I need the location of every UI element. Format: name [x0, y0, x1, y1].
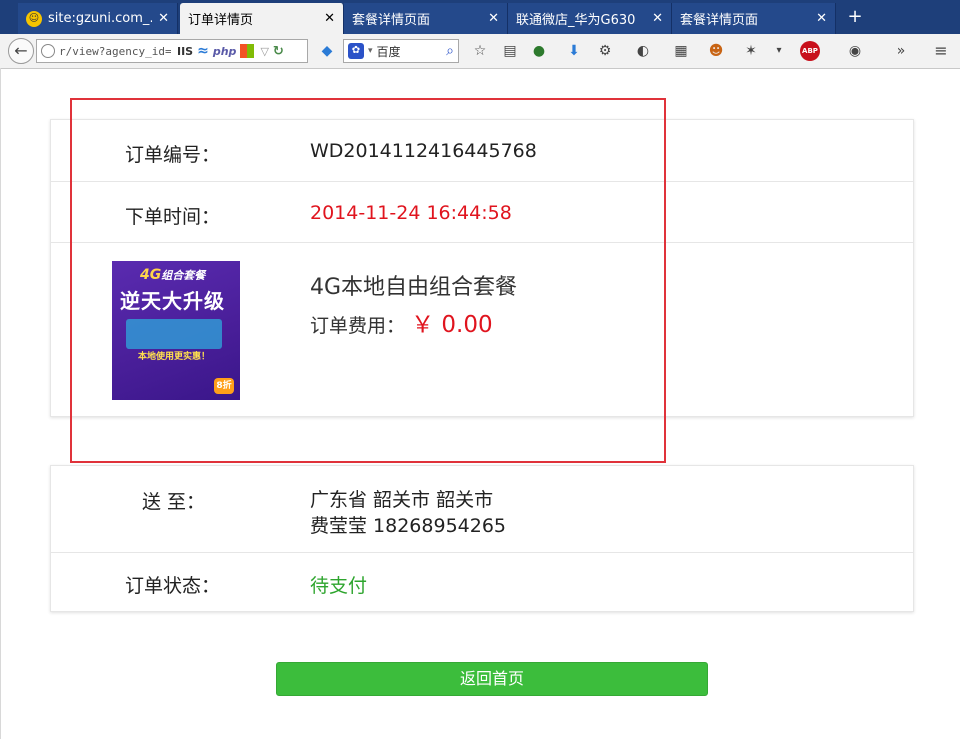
back-home-button[interactable]: 返回首页	[276, 662, 708, 696]
star-icon[interactable]: ☆	[471, 42, 489, 60]
tab-unicom-shop[interactable]: 联通微店_华为G630 ✕	[508, 3, 672, 34]
tab-site-search[interactable]: ☺ site:gzuni.com_… ✕	[18, 3, 178, 34]
new-tab-button[interactable]: +	[843, 6, 867, 30]
delivery-address-row: 送 至： 广东省 韶关市 韶关市 费莹莹 18268954265	[51, 466, 913, 553]
iis-extension-icon[interactable]: IIS	[177, 45, 193, 58]
recipient-info: 费莹莹 18268954265	[310, 515, 507, 537]
browser-nav-bar: ← r/view?agency_id=00 IIS ≈ php ▽ ↻ ◆ ✿ …	[0, 34, 960, 69]
product-image-slogan: 本地使用更实惠！	[138, 352, 211, 362]
menu-icon[interactable]: ≡	[932, 42, 950, 60]
tab-package-detail-2[interactable]: 套餐详情页面 ✕	[672, 3, 836, 34]
url-text: r/view?agency_id=00	[59, 44, 171, 58]
order-status-value: 待支付	[310, 575, 368, 597]
order-info-card: 订单编号： WD2014112416445768 下单时间： 2014-11-2…	[50, 119, 914, 417]
tab-close-icon[interactable]: ✕	[816, 11, 827, 26]
php-extension-icon[interactable]: php	[213, 45, 237, 58]
globe-icon	[41, 44, 55, 58]
wave-icon[interactable]: ≈	[197, 43, 209, 59]
windows-icon[interactable]	[240, 44, 255, 58]
bird-icon[interactable]: ◆	[318, 42, 336, 60]
dropdown-arrow-icon[interactable]: ▽	[260, 45, 268, 58]
search-input[interactable]: 百度	[377, 43, 447, 60]
tab-close-icon[interactable]: ✕	[488, 11, 499, 26]
dropdown-arrow-icon[interactable]: ▾	[770, 42, 788, 60]
fox-icon[interactable]: ☻	[707, 42, 725, 60]
chevron-down-icon[interactable]: ▾	[368, 46, 373, 56]
order-number-row: 订单编号： WD2014112416445768	[51, 120, 913, 182]
order-fee: 订单费用： ￥ 0.00	[310, 305, 493, 339]
deliver-to-label: 送 至：	[142, 491, 206, 513]
delivery-card: 送 至： 广东省 韶关市 韶关市 费莹莹 18268954265 订单状态： 待…	[50, 465, 914, 612]
order-fee-label: 订单费用：	[310, 315, 406, 337]
gear-icon[interactable]: ⚙	[596, 42, 614, 60]
tab-label: site:gzuni.com_…	[48, 11, 153, 26]
search-icon[interactable]: ⌕	[446, 43, 454, 59]
product-image[interactable]: 4G组合套餐 逆天大升级 本地使用更实惠！ 8折	[112, 261, 240, 400]
tab-close-icon[interactable]: ✕	[158, 11, 169, 26]
page-left-border	[0, 68, 1, 739]
reload-icon[interactable]: ↻	[273, 44, 284, 59]
tab-label: 订单详情页	[188, 13, 254, 28]
discount-badge: 8折	[214, 378, 234, 394]
product-title: 4G本地自由组合套餐	[310, 275, 518, 300]
tab-label: 套餐详情页面	[352, 13, 431, 28]
order-fee-value: ￥ 0.00	[411, 312, 493, 338]
reading-list-icon[interactable]: ▤	[501, 42, 519, 60]
shield-icon[interactable]: ●	[530, 42, 548, 60]
download-icon[interactable]: ⬇	[565, 42, 583, 60]
address-bar[interactable]: r/view?agency_id=00 IIS ≈ php ▽ ↻	[36, 39, 308, 63]
tab-label: 套餐详情页面	[680, 13, 759, 28]
baidu-paw-icon: ✿	[348, 43, 364, 59]
order-time-value: 2014-11-24 16:44:58	[310, 202, 512, 224]
tab-close-icon[interactable]: ✕	[652, 11, 663, 26]
tab-label: 联通微店_华为G630	[516, 13, 636, 28]
delivery-address: 广东省 韶关市 韶关市	[310, 489, 494, 511]
adblock-icon[interactable]: ABP	[800, 41, 820, 61]
product-image-4g: 4G	[140, 267, 162, 283]
overflow-chevron-icon[interactable]: »	[892, 42, 910, 60]
qr-code-icon[interactable]: ▦	[672, 42, 690, 60]
order-time-row: 下单时间： 2014-11-24 16:44:58	[51, 182, 913, 243]
order-status-label: 订单状态：	[125, 575, 221, 597]
product-image-panel	[126, 319, 222, 349]
product-row: 4G组合套餐 逆天大升级 本地使用更实惠！ 8折 4G本地自由组合套餐 订单费用…	[51, 243, 913, 416]
product-image-combo: 组合套餐	[161, 269, 206, 282]
search-bar[interactable]: ✿ ▾ 百度 ⌕	[343, 39, 459, 63]
palette-icon[interactable]: ◐	[634, 42, 652, 60]
globe-menu-icon[interactable]: ◉	[846, 42, 864, 60]
tab-close-icon[interactable]: ✕	[324, 11, 335, 26]
order-status-row: 订单状态： 待支付	[51, 553, 913, 612]
order-time-label: 下单时间：	[125, 206, 221, 228]
tab-order-detail[interactable]: 订单详情页 ✕	[180, 3, 344, 34]
order-number-value: WD2014112416445768	[310, 140, 537, 162]
browser-tab-bar: ☺ site:gzuni.com_… ✕ 订单详情页 ✕ 套餐详情页面 ✕ 联通…	[0, 0, 960, 34]
order-number-label: 订单编号：	[125, 144, 221, 166]
site-favicon-icon: ☺	[26, 10, 42, 27]
back-icon[interactable]: ←	[8, 38, 34, 64]
tab-package-detail[interactable]: 套餐详情页面 ✕	[344, 3, 508, 34]
bug-icon[interactable]: ✶	[742, 42, 760, 60]
product-image-headline: 逆天大升级	[120, 289, 225, 313]
